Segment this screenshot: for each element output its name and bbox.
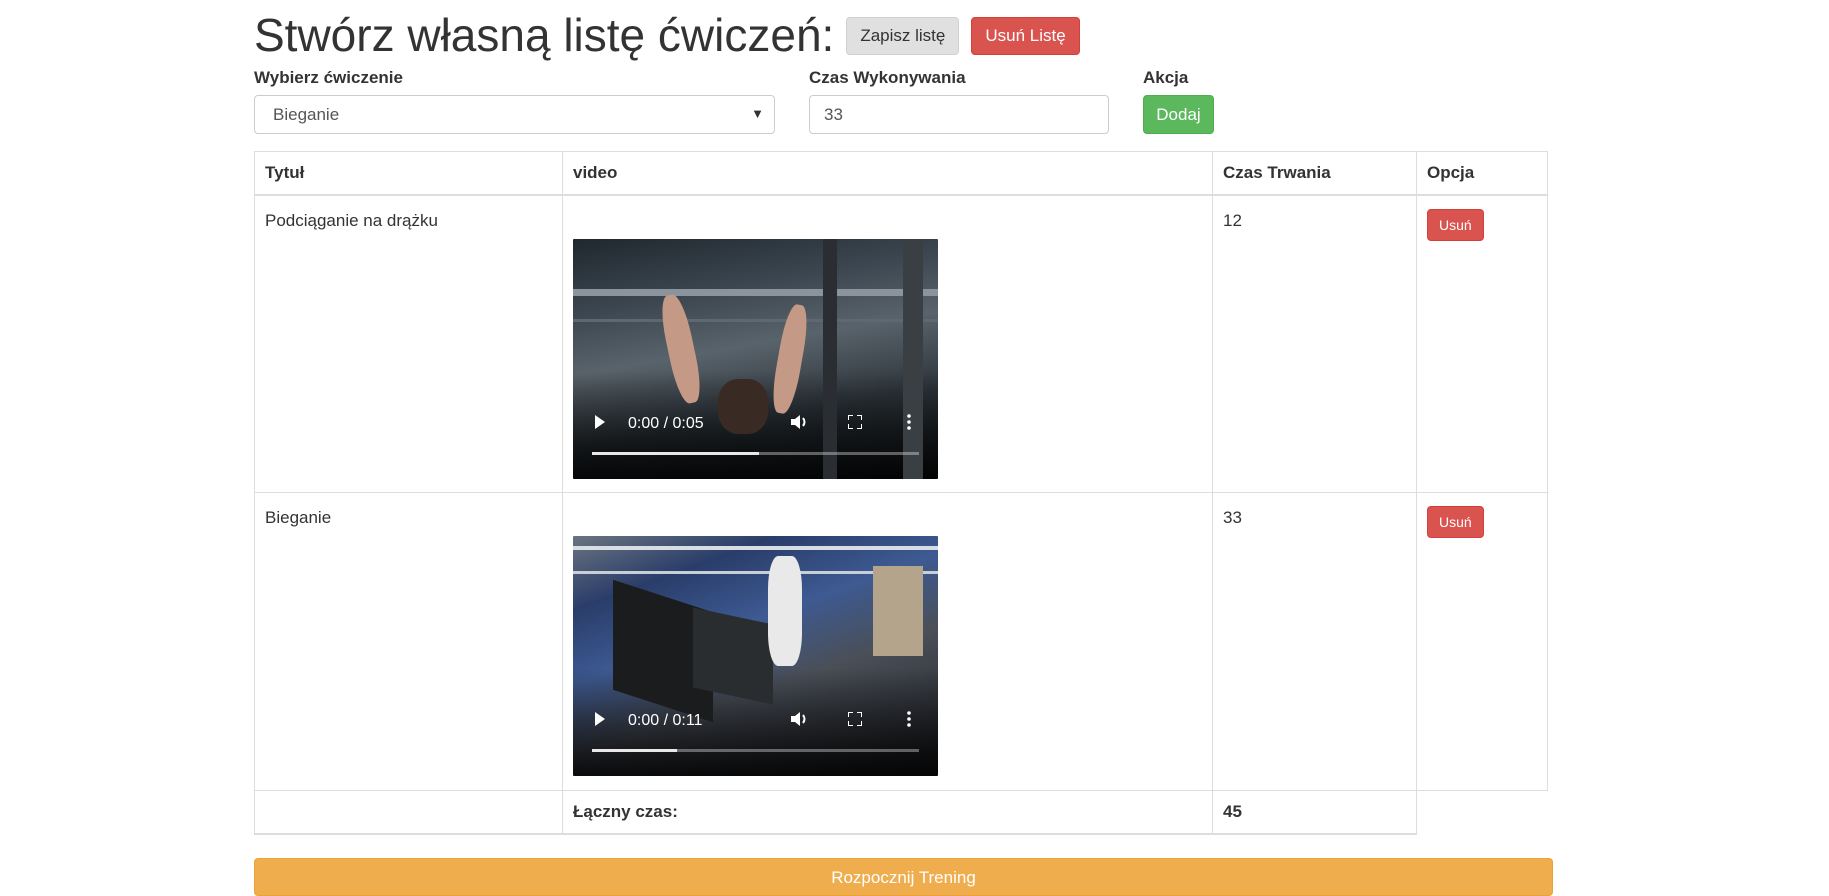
total-row: Łączny czas: 45 — [254, 790, 1548, 835]
remove-button[interactable]: Usuń — [1427, 208, 1484, 241]
play-icon[interactable] — [595, 414, 605, 429]
row-title: Podciąganie na drążku — [254, 194, 563, 493]
remove-button[interactable]: Usuń — [1427, 506, 1484, 538]
exercise-table: Tytuł video Czas Trwania Opcja Podciągan… — [254, 151, 1548, 835]
table-header-row: Tytuł video Czas Trwania Opcja — [254, 151, 1548, 196]
total-label: Łączny czas: — [562, 790, 1213, 835]
total-empty-cell — [254, 790, 563, 835]
exercise-select[interactable]: Bieganie ▼ — [254, 95, 775, 134]
header-video: video — [562, 151, 1213, 196]
video-player[interactable]: 0:00 / 0:05 — [573, 238, 938, 479]
dropdown-caret-icon: ▼ — [751, 106, 764, 121]
rack-post — [823, 238, 837, 479]
table-row: Podciąganie na drążku 0:00 / 0:05 12 Usu… — [254, 194, 1548, 493]
save-list-button[interactable]: Zapisz listę — [846, 16, 960, 55]
athlete-head — [718, 378, 768, 434]
video-progress-fill — [592, 749, 678, 752]
fullscreen-icon[interactable] — [848, 414, 862, 429]
header-option: Opcja — [1416, 151, 1548, 196]
ceiling-light — [573, 546, 938, 550]
row-title: Bieganie — [254, 492, 563, 791]
table-row: Bieganie 0:00 / 0:11 33 Usuń — [254, 492, 1548, 791]
fullscreen-icon[interactable] — [848, 712, 862, 726]
wall-poster — [873, 566, 923, 656]
video-progress-track[interactable] — [592, 451, 919, 455]
video-progress-fill — [592, 451, 759, 455]
total-value: 45 — [1212, 790, 1417, 835]
pullup-bar — [573, 288, 938, 296]
exercise-select-value: Bieganie — [273, 104, 340, 124]
volume-icon[interactable] — [791, 414, 809, 430]
delete-list-button[interactable]: Usuń Listę — [971, 16, 1080, 55]
row-option-cell: Usuń — [1416, 194, 1548, 493]
video-time: 0:00 / 0:11 — [628, 712, 703, 729]
page-title: Stwórz własną listę ćwiczeń: — [254, 9, 835, 61]
row-video-cell: 0:00 / 0:05 — [562, 194, 1213, 493]
treadmill — [693, 607, 773, 705]
total-blank — [1417, 791, 1548, 834]
duration-label: Czas Wykonywania — [809, 68, 966, 87]
header-title: Tytuł — [254, 151, 563, 196]
volume-icon[interactable] — [791, 711, 809, 727]
more-options-icon[interactable] — [907, 711, 911, 727]
duration-input[interactable] — [809, 95, 1109, 134]
add-button[interactable]: Dodaj — [1143, 95, 1214, 134]
start-training-button[interactable]: Rozpocznij Trening — [254, 858, 1553, 896]
rack-bar — [573, 318, 938, 322]
more-options-icon[interactable] — [907, 413, 911, 430]
row-duration: 12 — [1212, 194, 1417, 493]
header-duration: Czas Trwania — [1212, 151, 1417, 196]
row-duration: 33 — [1212, 492, 1417, 791]
row-video-cell: 0:00 / 0:11 — [562, 492, 1213, 791]
play-icon[interactable] — [595, 712, 605, 726]
runner — [768, 556, 802, 666]
video-time: 0:00 / 0:05 — [628, 414, 704, 432]
video-player[interactable]: 0:00 / 0:11 — [573, 536, 938, 776]
action-label: Akcja — [1143, 68, 1189, 87]
page-header: Stwórz własną listę ćwiczeń: Zapisz list… — [254, 8, 1080, 63]
athlete-arm — [656, 291, 706, 406]
rack-post — [903, 238, 923, 479]
video-progress-track[interactable] — [592, 749, 919, 752]
row-option-cell: Usuń — [1416, 492, 1548, 791]
exercise-label: Wybierz ćwiczenie — [254, 68, 403, 87]
